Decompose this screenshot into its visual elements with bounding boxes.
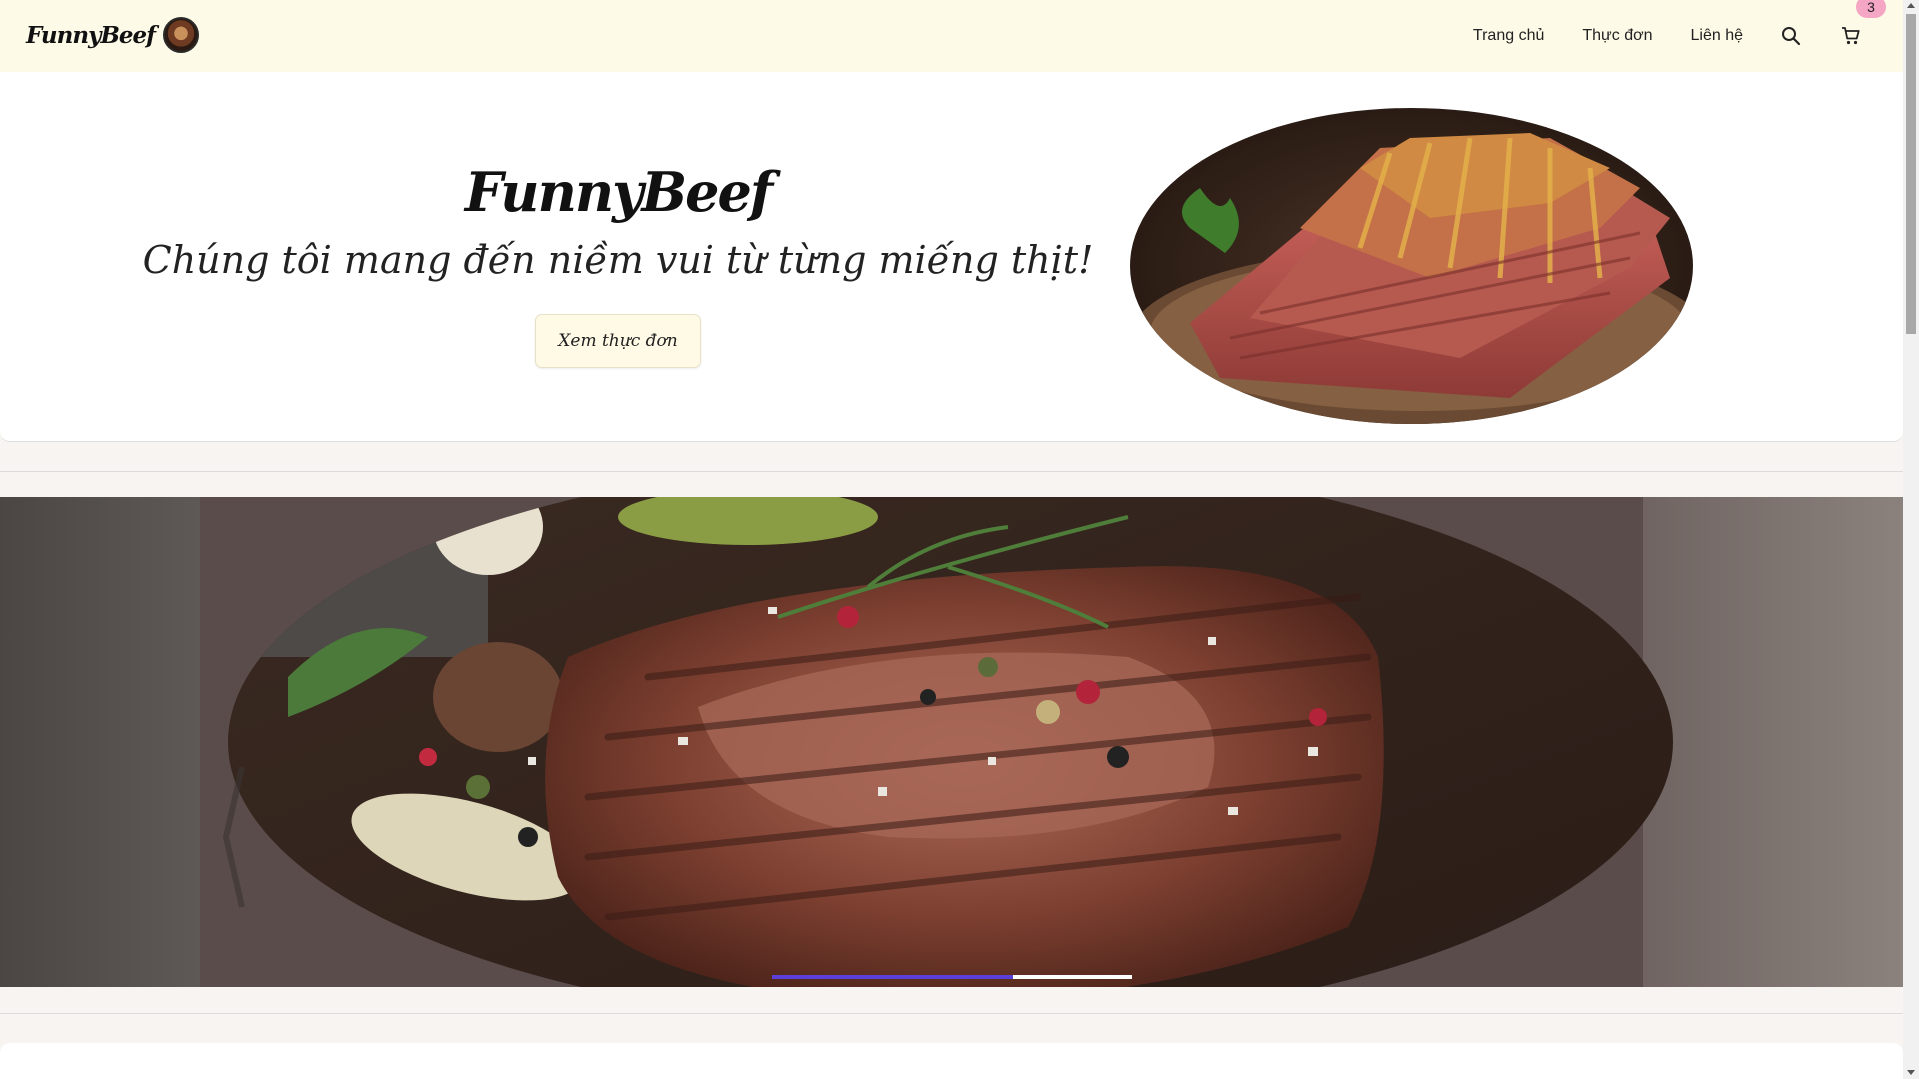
section-divider	[0, 471, 1903, 472]
hero-section: FunnyBeef Chúng tôi mang đến niềm vui từ…	[0, 72, 1903, 442]
scroll-up-icon[interactable]	[1907, 3, 1915, 8]
banner-next-slide-image	[1643, 497, 1903, 987]
section-divider	[0, 1013, 1903, 1014]
cart-count-badge: 3	[1856, 0, 1886, 18]
carousel-progress-fill	[772, 975, 1014, 979]
view-menu-button[interactable]: Xem thực đơn	[535, 314, 701, 368]
brand[interactable]: FunnyBeef	[26, 17, 200, 53]
next-section-card	[0, 1043, 1903, 1079]
nav-item-contact[interactable]: Liên hệ	[1691, 27, 1744, 45]
scroll-down-icon[interactable]	[1907, 1070, 1915, 1075]
banner-steak-image	[228, 497, 1673, 987]
hero-brisket-image	[1130, 108, 1693, 424]
top-header: FunnyBeef Trang chủ Thực đơn Liên hệ 3	[0, 0, 1903, 72]
nav-item-home[interactable]: Trang chủ	[1473, 27, 1544, 45]
scroll-thumb[interactable]	[1906, 14, 1916, 334]
page-scrollbar[interactable]	[1903, 0, 1919, 1079]
brand-logo-icon	[163, 17, 200, 53]
search-icon[interactable]	[1779, 24, 1803, 48]
cart-icon	[1842, 27, 1860, 45]
chevron-left-icon[interactable]	[222, 762, 246, 912]
main-nav: Trang chủ Thực đơn Liên hệ 3	[1435, 0, 1886, 72]
brand-wordmark: FunnyBeef	[26, 21, 156, 49]
banner-prev-slide-image	[0, 497, 200, 987]
steak-banner-carousel[interactable]	[0, 497, 1903, 987]
nav-item-menu[interactable]: Thực đơn	[1582, 27, 1652, 45]
hero-tagline: Chúng tôi mang đến niềm vui từ từng miến…	[142, 238, 1094, 282]
cart-button[interactable]: 3	[1839, 0, 1886, 48]
hero-title: FunnyBeef	[464, 160, 773, 224]
carousel-progress-bar	[772, 975, 1132, 979]
